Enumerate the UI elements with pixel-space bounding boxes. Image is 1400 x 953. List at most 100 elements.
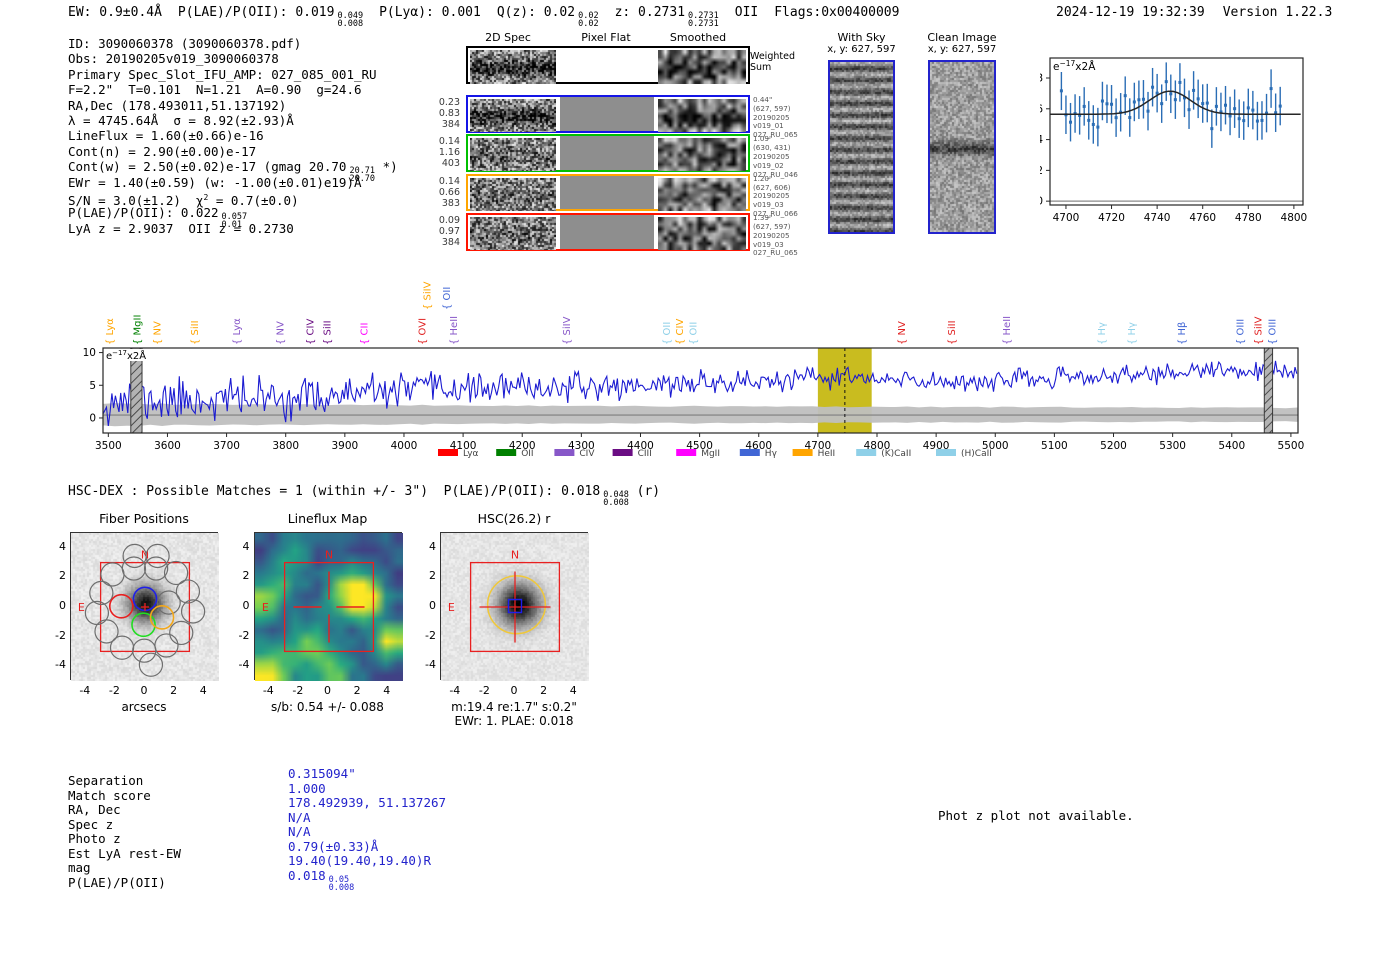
detection-info-line: P(LAE)/P(OII): 0.022 0.057 0.01	[68, 205, 248, 231]
fiber-circle-green	[131, 612, 156, 638]
data-point	[1137, 98, 1141, 102]
emission-line-label: { NV	[275, 321, 286, 345]
match-table-label: P(LAE)/P(OII)	[68, 874, 166, 890]
match-table-value: 178.492939, 51.137267	[288, 795, 447, 811]
cutout-y-tick: 0	[242, 599, 250, 612]
image-panel-title: Clean Image	[927, 31, 997, 44]
emission-line-label: { NV	[152, 321, 163, 345]
cutout-x-tick: 2	[540, 684, 548, 697]
data-point	[1173, 98, 1177, 102]
smoothed-image	[658, 177, 746, 211]
east-label: E	[78, 601, 85, 614]
legend-swatch	[554, 449, 575, 456]
cutout-y-tick: 2	[429, 569, 436, 583]
cutout-frame: NE	[253, 532, 403, 681]
north-label: N	[511, 549, 519, 562]
cutout-y-tick: -2	[55, 628, 66, 642]
cutout-x-tick: 2	[353, 684, 361, 697]
fiber-circle	[180, 599, 206, 624]
legend-label: CIV	[579, 449, 595, 459]
twod-row-annotation: 1.39" (627, 597) 20190205 v019_03 027_RU_065	[753, 213, 798, 258]
cutout-y-tick: 4	[429, 539, 436, 553]
emission-line-label: { CII	[359, 323, 370, 345]
match-table-value: 0.79(±0.33)Å	[288, 838, 379, 854]
x-tick-label: 3600	[154, 440, 181, 452]
legend-swatch	[612, 449, 633, 456]
match-table-value: N/A	[288, 809, 311, 825]
data-point	[1205, 101, 1209, 105]
x-tick-label: 4720	[1098, 212, 1125, 224]
cutout-title: Lineflux Map	[287, 511, 368, 526]
emission-line-label: { SiII	[947, 320, 958, 345]
emission-line-label: { SiIV	[562, 316, 573, 345]
cutout-x-tick: 4	[383, 684, 391, 697]
detection-info-line: Obs: 20190205v019_3090060378	[68, 51, 279, 67]
header-stat: EW: 0.9±0.4Å	[68, 5, 162, 20]
data-point	[1201, 102, 1205, 106]
data-point	[1278, 104, 1282, 108]
legend-label: MgII	[701, 449, 720, 459]
header-stat: Flags:0x00400009	[774, 5, 900, 20]
stacked-uncertainty: 0.2731 0.2731	[688, 11, 719, 29]
cutout-x-tick: -2	[108, 684, 120, 697]
cutout-y-tick: 4	[242, 539, 250, 553]
data-point	[1146, 109, 1150, 113]
data-point	[1196, 97, 1200, 101]
data-point	[1233, 107, 1237, 111]
twod-row-fiber-stats: 0.14 1.16 403	[438, 136, 460, 170]
east-label: E	[448, 601, 455, 614]
x-tick-label: 3700	[213, 440, 240, 452]
cutout-x-tick: 0	[140, 684, 148, 697]
cutout-y-tick: 4	[59, 539, 66, 553]
cutout-title: Fiber Positions	[99, 511, 189, 526]
cutout-overlay: NE	[261, 549, 374, 653]
data-point	[1169, 92, 1173, 96]
cutout-x-tick: -4	[449, 684, 461, 697]
legend-label: OII	[521, 449, 533, 459]
x-tick-label: 4000	[391, 440, 418, 452]
data-point	[1096, 125, 1100, 129]
cutout-x-tick: -4	[79, 684, 91, 697]
data-point	[1110, 102, 1114, 106]
detection-info-line: Primary Spec_Slot_IFU_AMP: 027_085_001_R…	[68, 66, 377, 82]
header-summary-line: EW: 0.9±0.4Å P(LAE)/P(OII): 0.019 0.049 0.0…	[68, 5, 899, 28]
full-spectrum-svg: 3500 3600 3700 3800 3900 4000 4100 4200 4300 4400…	[83, 281, 1305, 459]
fiber-circle	[109, 635, 135, 660]
pixel-flat-image	[560, 136, 654, 170]
stacked-uncertainty: 0.02 0.02	[578, 11, 599, 29]
image-panel-frame	[828, 60, 895, 234]
legend-label: (K)CaII	[881, 449, 911, 459]
cutout-frame: NE	[440, 532, 589, 681]
image-panel-frame	[928, 60, 996, 234]
twod-row-fiber-stats: 0.23 0.83 384	[438, 97, 460, 130]
twod-row-box	[466, 95, 750, 133]
emission-line-label: { CIV	[306, 319, 317, 345]
detection-info-line: Cont(n) = 2.90(±0.00)e-17	[68, 143, 257, 159]
legend-swatch	[792, 449, 813, 456]
match-table-label: mag	[68, 860, 91, 876]
header-stat: Q(z): 0.02 0.02 0.02	[496, 5, 599, 29]
twod-spec-image	[470, 99, 556, 132]
x-tick-label: 4760	[1189, 212, 1216, 224]
clean-image	[930, 62, 994, 232]
pixel-flat-image	[560, 175, 654, 210]
data-point	[1087, 118, 1091, 122]
cutout-y-tick: -2	[238, 628, 250, 642]
x-tick-label: 5200	[1100, 440, 1127, 452]
fiber-circle-red	[108, 593, 134, 619]
cutout-overlay: NE	[448, 549, 561, 653]
data-point	[1082, 104, 1086, 108]
detection-info-line: EWr = 1.40(±0.59) (w: -1.00(±0.01)e19)Å	[68, 174, 362, 190]
data-point	[1210, 127, 1214, 131]
emission-line-label: { Lyα	[232, 318, 243, 345]
header-stat: P(LAE)/P(OII): 0.019 0.049 0.008	[177, 5, 364, 29]
masked-region	[1263, 347, 1274, 434]
emission-line-label: { SiIV	[1253, 316, 1264, 345]
pixel-flat-image	[560, 215, 654, 249]
y-tick-label: 6	[1040, 103, 1043, 115]
fiber-circle	[145, 543, 170, 569]
data-point	[1260, 118, 1264, 122]
y-tick-label: 10	[83, 347, 96, 359]
image-panel-coords: x, y: 627, 597	[927, 44, 997, 55]
aperture-circle	[486, 575, 547, 635]
